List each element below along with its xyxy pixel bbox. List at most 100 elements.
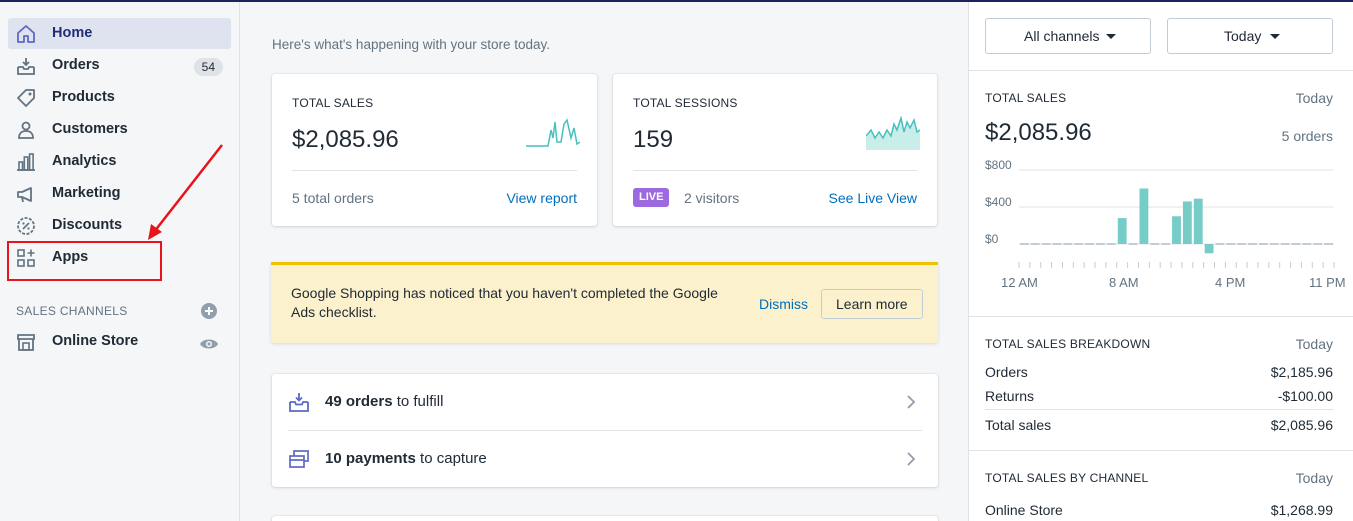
chart-bar xyxy=(1280,243,1290,245)
card-divider xyxy=(633,170,917,171)
chart-bar xyxy=(1020,243,1029,245)
total-sales-heading: TOTAL SALES xyxy=(985,91,1067,105)
sidebar-item-label: Home xyxy=(52,25,93,41)
sidebar-item-products[interactable]: Products xyxy=(8,82,231,113)
chart-bar xyxy=(1302,243,1312,245)
x-tick-label: 4 PM xyxy=(1215,275,1246,290)
breakdown-row-value: $2,185.96 xyxy=(1270,364,1333,380)
chart-bar xyxy=(1172,216,1181,244)
card-divider xyxy=(292,170,577,171)
orders-count-badge: 54 xyxy=(193,58,223,76)
card-value: 159 xyxy=(633,126,674,153)
card-label: TOTAL SESSIONS xyxy=(633,96,738,110)
chevron-right-icon xyxy=(907,452,916,466)
sales-bar-chart xyxy=(1018,169,1335,268)
total-sessions-card: TOTAL SESSIONS 159 LIVE 2 visitors See L… xyxy=(613,74,937,226)
breakdown-row-label: Orders xyxy=(985,364,1028,380)
chart-bar xyxy=(1324,243,1333,245)
dropdown-label: Today xyxy=(1224,28,1262,44)
chart-bar xyxy=(1226,243,1236,245)
card-value: $2,085.96 xyxy=(292,126,399,153)
total-sales-date: Today xyxy=(1295,90,1333,106)
chevron-right-icon xyxy=(907,395,916,409)
dismiss-button[interactable]: Dismiss xyxy=(759,296,808,312)
person-icon xyxy=(18,121,34,139)
breakdown-divider xyxy=(985,409,1334,410)
megaphone-icon xyxy=(17,187,32,203)
sidebar-item-label: Customers xyxy=(52,121,128,137)
x-tick-label: 11 PM xyxy=(1309,275,1346,290)
section-divider xyxy=(969,70,1353,71)
dropdown-label: All channels xyxy=(1024,28,1100,44)
chart-bar xyxy=(1150,243,1160,245)
breakdown-row-label: Total sales xyxy=(985,417,1052,433)
x-tick-label: 12 AM xyxy=(1001,275,1038,290)
sales-sparkline xyxy=(526,118,580,147)
sidebar-item-label: Products xyxy=(52,89,115,105)
payment-icon xyxy=(289,450,309,468)
view-report-link[interactable]: View report xyxy=(506,190,577,206)
sidebar-item-home[interactable]: Home xyxy=(8,18,231,49)
sidebar-item-label: Orders xyxy=(52,57,100,73)
breakdown-row-value: -$100.00 xyxy=(1277,388,1333,404)
chart-bar xyxy=(1182,201,1192,244)
chart-bar xyxy=(1204,244,1214,254)
sidebar-item-label: Analytics xyxy=(52,153,117,169)
sidebar-item-orders[interactable]: Orders 54 xyxy=(8,50,231,81)
live-badge: LIVE xyxy=(633,188,670,207)
sidebar-item-label: Online Store xyxy=(52,333,139,349)
chart-bar xyxy=(1258,243,1268,245)
right-panel: All channels Today TOTAL SALES Today $2,… xyxy=(968,2,1353,521)
task-text: 10 payments to capture xyxy=(325,450,487,467)
chart-bar xyxy=(1313,243,1323,245)
chart-bar xyxy=(1074,243,1084,245)
date-dropdown[interactable]: Today xyxy=(1167,18,1333,54)
chart-bar xyxy=(1128,243,1138,245)
channel-row-label: Online Store xyxy=(985,502,1063,518)
section-divider xyxy=(969,450,1353,451)
task-description: to fulfill xyxy=(392,393,444,410)
annotation-arrow xyxy=(148,144,223,240)
x-tick-label: 8 AM xyxy=(1109,275,1139,290)
chart-bar xyxy=(1063,243,1073,245)
add-channel-icon[interactable] xyxy=(200,302,218,320)
breakdown-row-label: Returns xyxy=(985,388,1035,404)
chart-bar xyxy=(1269,243,1279,245)
eye-icon[interactable] xyxy=(199,335,219,353)
sessions-sparkline xyxy=(866,116,920,150)
google-shopping-banner: Google Shopping has noticed that you hav… xyxy=(271,262,938,343)
sidebar-item-online-store[interactable]: Online Store xyxy=(8,326,231,357)
channel-row-value: $1,268.99 xyxy=(1270,502,1333,518)
chart-bar xyxy=(1106,243,1116,245)
visitors-text: 2 visitors xyxy=(684,190,740,206)
page-subtitle: Here's what's happening with your store … xyxy=(272,37,551,52)
discount-icon xyxy=(17,217,35,235)
learn-more-button[interactable]: Learn more xyxy=(821,289,923,319)
store-icon xyxy=(17,334,35,351)
total-sales-orders: 5 orders xyxy=(1281,128,1333,144)
chart-bar xyxy=(1248,243,1257,245)
by-channel-heading: TOTAL SALES BY CHANNEL xyxy=(985,471,1149,485)
caret-down-icon xyxy=(1106,34,1116,39)
channels-dropdown[interactable]: All channels xyxy=(985,18,1151,54)
chart-bar xyxy=(1117,218,1127,244)
bar-chart-icon xyxy=(17,153,35,171)
chart-bar xyxy=(1215,243,1225,245)
chart-bar xyxy=(1193,198,1203,244)
annotation-highlight-box xyxy=(7,241,162,281)
tag-icon xyxy=(17,89,35,107)
see-live-view-link[interactable]: See Live View xyxy=(829,190,917,206)
section-divider xyxy=(969,316,1353,317)
chart-bar xyxy=(1139,188,1149,244)
task-description: to capture xyxy=(415,450,487,467)
tasks-card: 49 orders to fulfill 10 payments to capt… xyxy=(272,374,938,487)
breakdown-date: Today xyxy=(1295,336,1333,352)
task-count: 49 orders xyxy=(325,393,393,410)
sales-channels-heading: SALES CHANNELS xyxy=(16,304,128,318)
task-row-fulfill[interactable]: 49 orders to fulfill xyxy=(272,374,938,430)
breakdown-row-value: $2,085.96 xyxy=(1270,417,1333,433)
chart-bar xyxy=(1041,243,1051,245)
caret-down-icon xyxy=(1270,34,1280,39)
task-row-payments[interactable]: 10 payments to capture xyxy=(272,431,938,487)
chart-bar xyxy=(1161,243,1171,245)
